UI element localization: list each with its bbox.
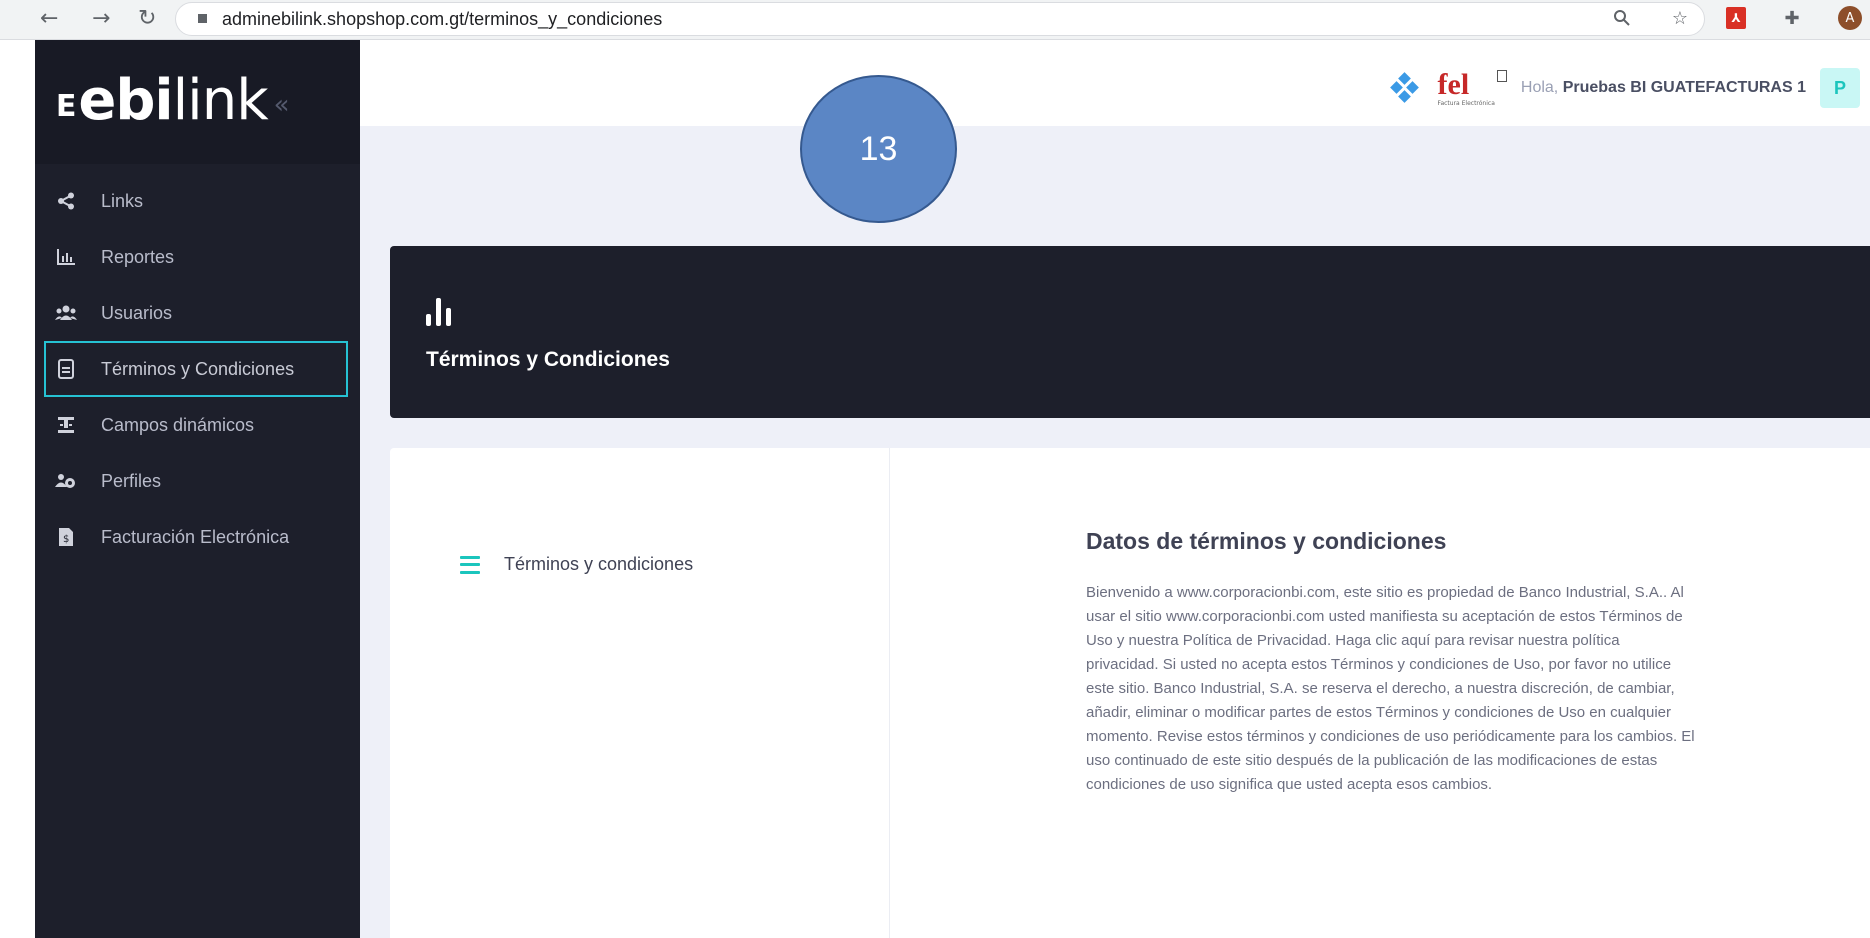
sidebar-item-label: Facturación Electrónica [101, 526, 290, 547]
sidebar-item-label: Links [101, 190, 144, 211]
svg-text:$: $ [63, 534, 69, 545]
fel-document-icon [1496, 69, 1507, 82]
sidebar-item-usuarios[interactable]: Usuarios [35, 285, 360, 341]
terms-content: Datos de términos y condiciones Bienveni… [1086, 528, 1696, 797]
fel-logo: fel Factura Electrónica [1437, 67, 1507, 107]
users-icon [55, 302, 77, 324]
sidebar-item-facturacion[interactable]: $ Facturación Electrónica [35, 509, 360, 565]
profiles-icon [55, 470, 77, 492]
forward-arrow-icon[interactable]: → [92, 6, 110, 31]
user-name: Pruebas BI GUATEFACTURAS 1 [1562, 79, 1806, 96]
logo-text-bold: ebi [78, 67, 173, 133]
fel-logo-text: fel [1437, 67, 1470, 101]
chart-icon [55, 246, 77, 268]
document-icon [55, 358, 77, 380]
page-banner: Términos y Condiciones [390, 246, 1870, 418]
sidebar-item-perfiles[interactable]: Perfiles [35, 453, 360, 509]
address-bar[interactable]: adminebilink.shopshop.com.gt/terminos_y_… [175, 2, 1705, 36]
sidebar-item-label: Perfiles [101, 470, 162, 491]
share-icon [55, 190, 77, 212]
fel-logo-caption: Factura Electrónica [1437, 99, 1495, 107]
browser-extensions: ☆ ⅄ ✚ A [1610, 6, 1862, 30]
header-user-area: fel Factura Electrónica Hola, Pruebas BI… [1389, 66, 1860, 110]
collapse-sidebar-icon[interactable]: « [274, 90, 290, 120]
logo-mark: ᴇ [55, 80, 77, 127]
page-title: Términos y Condiciones [426, 348, 670, 371]
sidebar-menu: Links Reportes Usuarios Términos y Condi… [35, 173, 360, 565]
logo-text-thin: link [172, 67, 269, 133]
pdf-extension-icon[interactable]: ⅄ [1726, 7, 1746, 29]
fields-icon [55, 414, 77, 436]
browser-toolbar: ← → ↻ adminebilink.shopshop.com.gt/termi… [0, 0, 1870, 40]
section-title: Datos de términos y condiciones [1086, 528, 1447, 554]
apps-diamond-icon[interactable] [1389, 72, 1420, 103]
profile-avatar[interactable]: A [1838, 6, 1862, 30]
lock-icon [198, 14, 207, 23]
bookmark-star-icon[interactable]: ☆ [1668, 6, 1692, 30]
sidebar-item-label: Usuarios [101, 302, 173, 323]
sidebar-item-label: Términos y Condiciones [101, 358, 295, 379]
content-card: Términos y condiciones Datos de términos… [390, 448, 1870, 938]
zoom-icon[interactable] [1610, 6, 1634, 30]
invoice-icon: $ [55, 526, 77, 548]
sidebar-item-label: Campos dinámicos [101, 414, 255, 435]
sidebar-item-reportes[interactable]: Reportes [35, 229, 360, 285]
card-side-nav: Términos y condiciones [390, 448, 890, 938]
reload-icon[interactable]: ↻ [138, 6, 156, 31]
list-icon [460, 555, 480, 574]
sidebar: ᴇebilink « Links Reportes Usuarios Térmi… [35, 40, 360, 938]
sidebar-item-label: Reportes [101, 246, 175, 267]
back-arrow-icon[interactable]: ← [40, 6, 58, 31]
user-avatar[interactable]: P [1820, 68, 1860, 108]
extensions-puzzle-icon[interactable]: ✚ [1780, 6, 1804, 30]
side-nav-item-label: Términos y condiciones [504, 554, 694, 574]
terms-text: Bienvenido a www.corporacionbi.com, este… [1086, 584, 1695, 793]
step-number-badge: 13 [800, 75, 957, 223]
sidebar-item-campos[interactable]: Campos dinámicos [35, 397, 360, 453]
bar-chart-icon [426, 296, 451, 326]
sidebar-item-links[interactable]: Links [35, 173, 360, 229]
url-text: adminebilink.shopshop.com.gt/terminos_y_… [222, 9, 663, 29]
user-greeting[interactable]: Hola, Pruebas BI GUATEFACTURAS 1 [1521, 79, 1806, 97]
ebilink-logo[interactable]: ᴇebilink « [55, 60, 290, 140]
sidebar-item-terminos[interactable]: Términos y Condiciones [44, 341, 348, 397]
side-nav-item-terminos[interactable]: Términos y condiciones [460, 554, 693, 575]
greeting-prefix: Hola, [1520, 79, 1559, 96]
